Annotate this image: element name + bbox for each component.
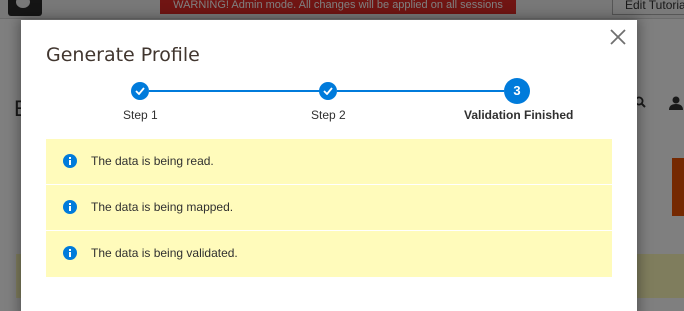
generate-profile-modal: Generate Profile Step 1 Step 2 3 Validat… — [21, 20, 637, 311]
info-message: The data is being mapped. — [46, 185, 612, 230]
info-message: The data is being read. — [46, 139, 612, 184]
info-icon — [63, 246, 77, 260]
message-text: The data is being read. — [91, 154, 214, 168]
stepper-line-2 — [337, 90, 504, 92]
message-list: The data is being read. The data is bein… — [46, 139, 612, 278]
info-icon — [63, 200, 77, 214]
step-2-label: Step 2 — [311, 108, 346, 122]
step-1-label: Step 1 — [123, 108, 158, 122]
message-text: The data is being mapped. — [91, 200, 234, 214]
checkmark-icon — [323, 87, 333, 95]
info-message: The data is being validated. — [46, 231, 612, 277]
step-3-label: Validation Finished — [464, 108, 574, 122]
step-3-indicator[interactable]: 3 — [504, 78, 530, 104]
close-icon[interactable] — [607, 26, 629, 48]
checkmark-icon — [135, 87, 145, 95]
step-1-indicator[interactable] — [131, 82, 149, 100]
info-icon — [63, 154, 77, 168]
stepper-line-1 — [149, 90, 328, 92]
modal-title: Generate Profile — [46, 44, 200, 66]
step-2-indicator[interactable] — [319, 82, 337, 100]
message-text: The data is being validated. — [91, 246, 238, 260]
